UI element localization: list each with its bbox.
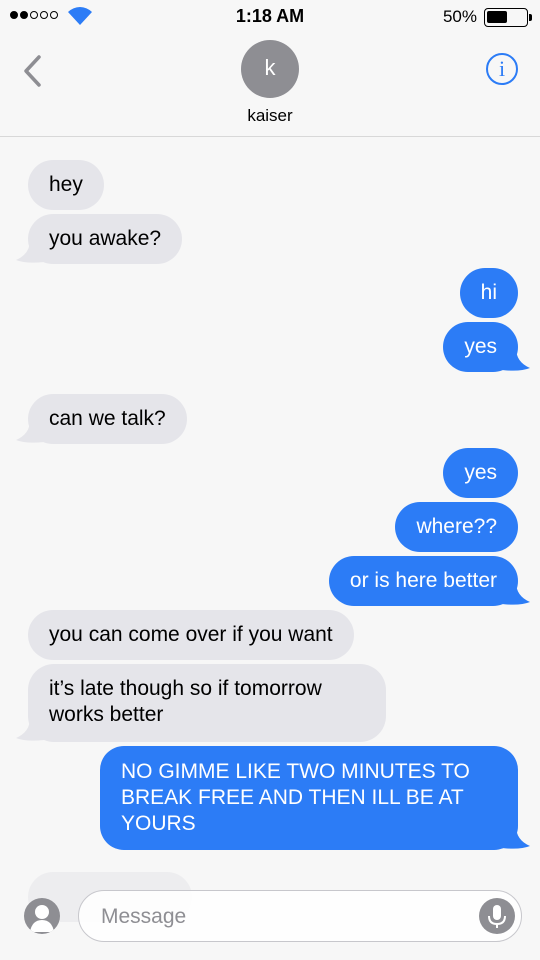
message-bubble-outgoing: yes xyxy=(443,448,518,498)
contact-avatar[interactable]: k xyxy=(241,40,299,98)
contact-name[interactable]: kaiser xyxy=(0,106,540,126)
message-input-bar xyxy=(0,872,540,960)
person-avatar-icon[interactable] xyxy=(24,898,60,934)
message-bubble-outgoing: or is here better xyxy=(328,556,518,606)
battery-percentage: 50% xyxy=(442,7,477,26)
message-input[interactable] xyxy=(99,901,463,933)
message-bubble-incoming: you can come over if you want xyxy=(28,610,354,660)
bubble-tail xyxy=(16,718,44,741)
bubble-tail xyxy=(502,826,530,849)
conversation-header: k kaiser i xyxy=(0,34,540,137)
microphone-icon[interactable] xyxy=(479,898,515,934)
message-bubble-incoming: it’s late though so if tomorrow works be… xyxy=(28,664,386,742)
bubble-tail xyxy=(502,348,530,371)
message-bubble-outgoing: hi xyxy=(459,268,518,318)
bubble-tail xyxy=(502,582,530,605)
info-icon[interactable]: i xyxy=(486,53,518,85)
battery-icon xyxy=(484,8,532,27)
bubble-tail xyxy=(16,240,44,263)
message-bubble-incoming: hey xyxy=(28,160,104,210)
message-bubble-incoming: can we talk? xyxy=(28,394,187,444)
message-bubble-outgoing: where?? xyxy=(395,502,518,552)
back-chevron-icon[interactable] xyxy=(22,54,42,88)
message-bubble-incoming: you awake? xyxy=(28,214,183,264)
bubble-tail xyxy=(16,420,44,443)
message-bubble-outgoing: NO GIMME LIKE TWO MINUTES TO BREAK FREE … xyxy=(100,746,518,850)
status-bar: 1:18 AM 50% xyxy=(0,0,540,34)
message-field[interactable] xyxy=(78,890,522,942)
